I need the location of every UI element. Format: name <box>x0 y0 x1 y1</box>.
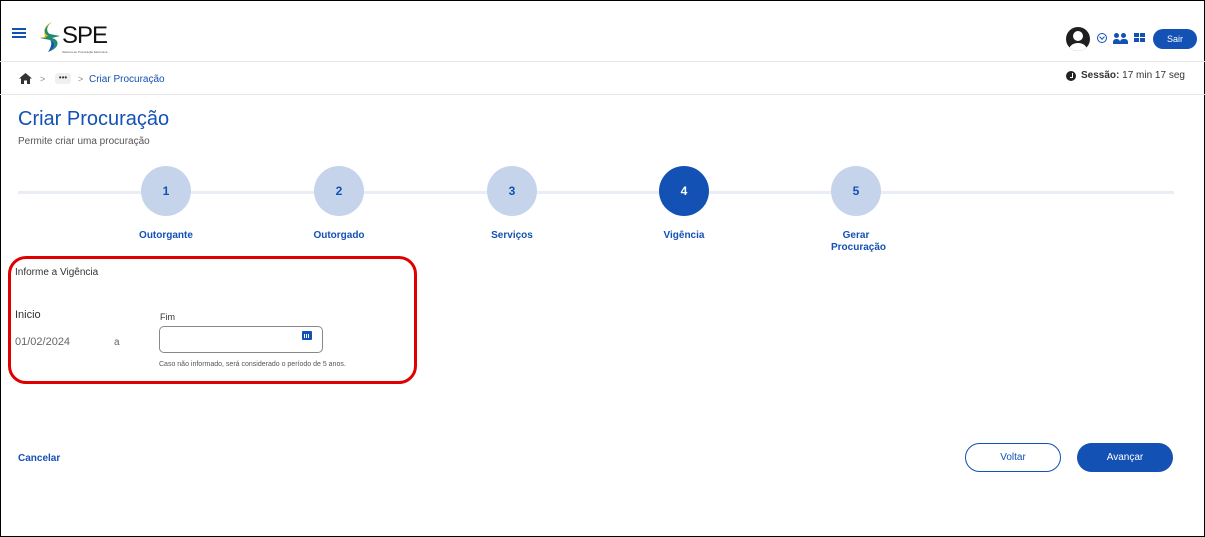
people-icon[interactable] <box>1113 32 1129 44</box>
fim-hint: Caso não informado, será considerado o p… <box>159 361 346 368</box>
breadcrumb-separator: > <box>40 74 46 84</box>
step-5[interactable]: 5 <box>831 166 881 216</box>
back-button[interactable]: Voltar <box>965 443 1061 472</box>
session-value: 17 min 17 seg <box>1119 70 1185 81</box>
breadcrumb-more-button[interactable]: ••• <box>55 73 71 84</box>
avatar-icon[interactable] <box>1066 27 1090 51</box>
cancel-button[interactable]: Cancelar <box>18 453 60 464</box>
inicio-value: 01/02/2024 <box>15 336 71 348</box>
next-button[interactable]: Avançar <box>1077 443 1173 472</box>
step-label-servicos: Serviços <box>491 230 533 241</box>
page-subtitle: Permite criar uma procuração <box>18 136 150 147</box>
step-1[interactable]: 1 <box>141 166 191 216</box>
breadcrumb-current[interactable]: Criar Procuração <box>89 74 165 85</box>
spe-logo[interactable]: SPE Sistema de Procuração Eletrônica <box>38 20 128 56</box>
step-label-vigencia: Vigência <box>663 230 705 241</box>
inicio-label: Inicio <box>15 309 41 321</box>
grid-icon[interactable] <box>1134 33 1146 43</box>
calendar-icon[interactable] <box>302 330 312 340</box>
step-label-outorgado: Outorgado <box>313 230 365 241</box>
fim-date-input[interactable] <box>159 326 323 353</box>
logo-subtitle: Sistema de Procuração Eletrônica <box>62 50 108 54</box>
step-3[interactable]: 3 <box>487 166 537 216</box>
step-4[interactable]: 4 <box>659 166 709 216</box>
chevron-down-icon[interactable] <box>1097 33 1107 43</box>
app-header: SPE Sistema de Procuração Eletrônica Sai… <box>0 0 1205 62</box>
breadcrumb: > ••• > Criar Procuração Sessão: 17 min … <box>0 62 1205 95</box>
page-title: Criar Procuração <box>18 108 170 130</box>
logo-text: SPE <box>62 22 108 49</box>
stepper-track <box>18 191 1174 194</box>
clock-icon <box>1066 71 1076 81</box>
step-label-outorgante: Outorgante <box>139 230 193 241</box>
session-timer: Sessão: 17 min 17 seg <box>1081 70 1185 81</box>
session-label: Sessão: <box>1081 70 1120 81</box>
menu-icon[interactable] <box>12 28 26 38</box>
breadcrumb-separator: > <box>78 74 84 84</box>
home-icon[interactable] <box>19 73 32 84</box>
fim-label: Fim <box>160 312 175 322</box>
step-2[interactable]: 2 <box>314 166 364 216</box>
section-title: Informe a Vigência <box>15 267 99 278</box>
logo-mark-icon <box>40 22 60 52</box>
range-separator-label: a <box>114 337 120 348</box>
step-label-gerar-procuracao: Gerar Procuração <box>831 230 887 253</box>
logout-button[interactable]: Sair <box>1153 29 1197 49</box>
